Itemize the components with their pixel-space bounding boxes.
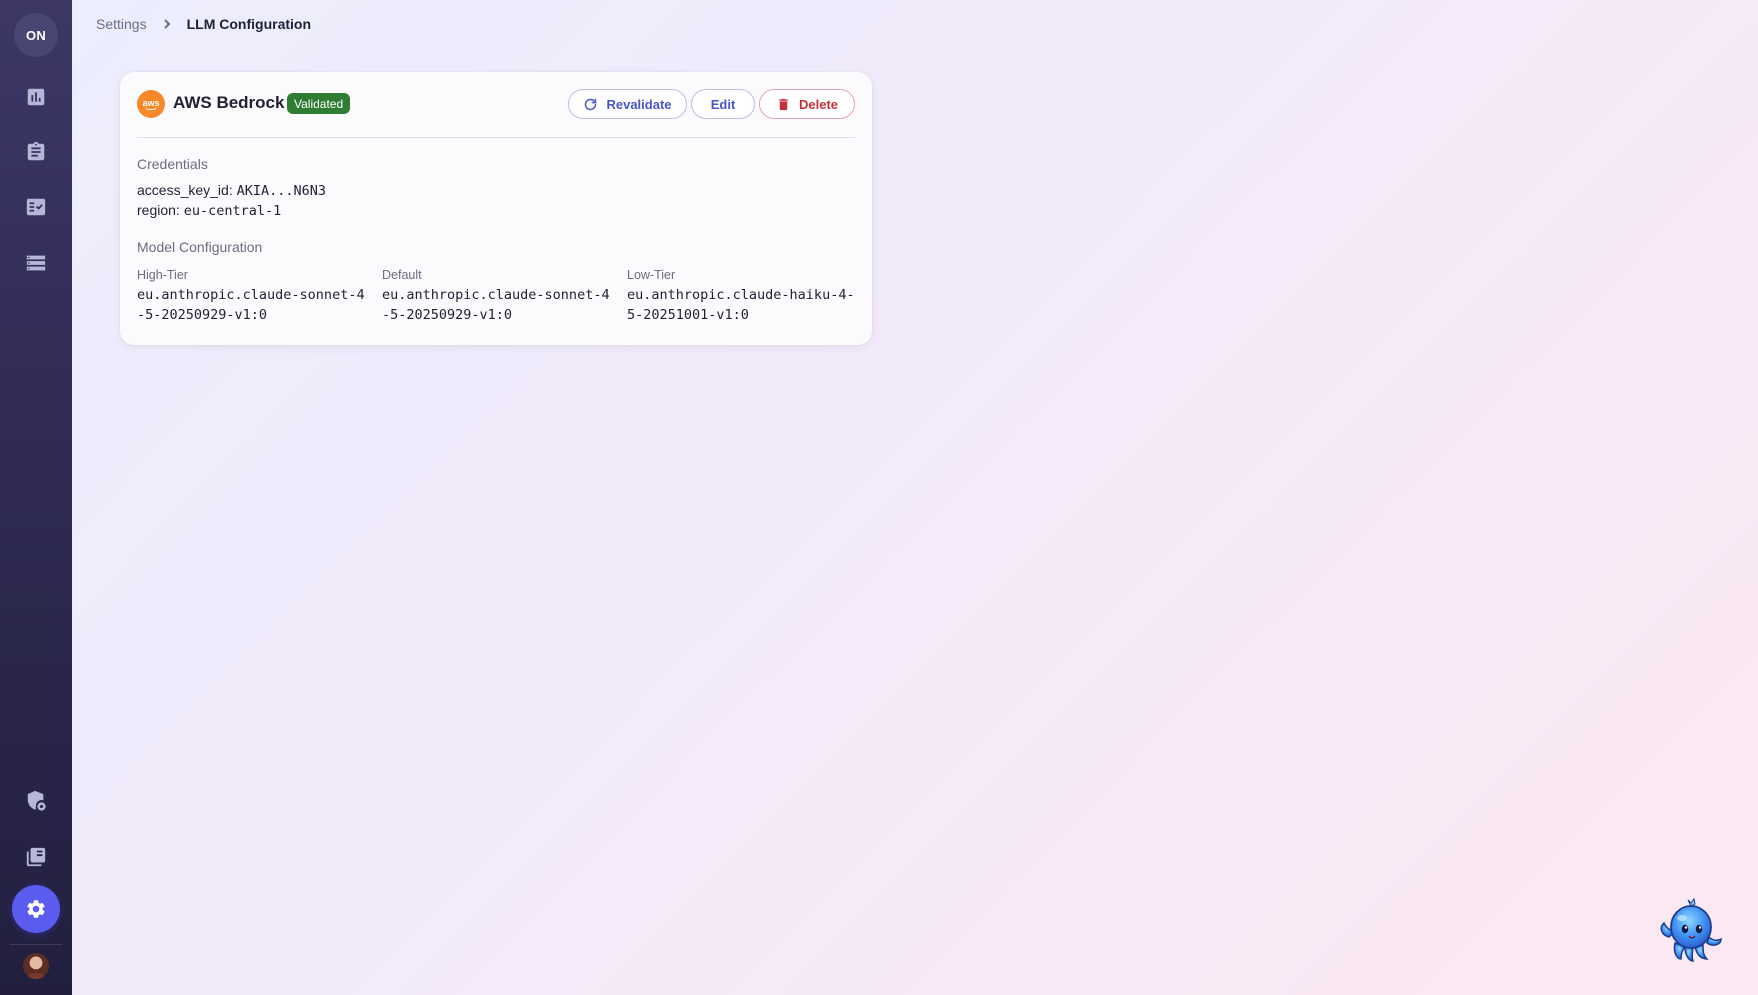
sidebar-item-security[interactable] — [21, 786, 51, 816]
sidebar: ON — [0, 0, 72, 995]
model-column-low-tier: Low-Tier eu.anthropic.claude-haiku-4-5-2… — [627, 268, 859, 325]
gear-icon — [27, 900, 45, 918]
aws-logo-icon: aws — [137, 90, 165, 118]
access-key-value: AKIA...N6N3 — [236, 183, 327, 199]
access-key-label: access_key_id: — [137, 182, 237, 198]
access-key-line: access_key_id: AKIA...N6N3 — [137, 182, 326, 199]
model-id: eu.anthropic.claude-sonnet-4-5-20250929-… — [137, 287, 365, 323]
sidebar-item-tasks[interactable] — [21, 192, 51, 222]
clipboard-icon — [27, 141, 45, 161]
provider-name: AWS Bedrock — [173, 93, 285, 112]
model-tier-label: High-Tier — [137, 268, 188, 282]
model-id: eu.anthropic.claude-haiku-4-5-20251001-v… — [627, 287, 855, 323]
delete-label: Delete — [798, 96, 839, 112]
model-tier-label: Low-Tier — [627, 268, 676, 282]
model-column-default: Default eu.anthropic.claude-sonnet-4-5-2… — [382, 268, 614, 325]
refresh-icon — [585, 98, 597, 110]
revalidate-button[interactable]: Revalidate — [568, 89, 687, 119]
model-tier-label: Default — [382, 268, 422, 282]
checklist-icon — [26, 198, 46, 216]
card-header: aws AWS Bedrock Validated Revalidate Edi… — [137, 89, 855, 119]
card-divider — [137, 137, 855, 138]
assistant-mascot-icon[interactable] — [1655, 893, 1727, 965]
region-value: eu-central-1 — [183, 203, 282, 219]
edit-label: Edit — [710, 96, 736, 112]
model-configuration-title: Model Configuration — [137, 239, 263, 255]
sidebar-item-library[interactable] — [21, 842, 51, 872]
breadcrumb: Settings LLM Configuration — [96, 14, 311, 34]
edit-button[interactable]: Edit — [691, 89, 755, 119]
sidebar-item-assignments[interactable] — [21, 137, 51, 167]
breadcrumb-settings-link[interactable]: Settings — [96, 16, 147, 32]
list-icon — [26, 255, 46, 271]
sidebar-item-lists[interactable] — [21, 248, 51, 278]
region-line: region: eu-central-1 — [137, 202, 281, 219]
org-logo[interactable]: ON — [14, 13, 58, 57]
status-badge: Validated — [287, 93, 351, 114]
llm-provider-card: aws AWS Bedrock Validated Revalidate Edi… — [120, 72, 872, 345]
region-label: region: — [137, 202, 184, 218]
delete-button[interactable]: Delete — [759, 89, 855, 119]
bar-chart-icon — [27, 88, 45, 106]
revalidate-label: Revalidate — [606, 96, 672, 112]
sidebar-item-analytics[interactable] — [21, 82, 51, 112]
trash-icon — [779, 98, 788, 110]
user-avatar[interactable] — [23, 953, 49, 979]
breadcrumb-current: LLM Configuration — [186, 16, 312, 32]
model-column-high-tier: High-Tier eu.anthropic.claude-sonnet-4-5… — [137, 268, 369, 325]
library-icon — [26, 847, 46, 867]
shield-lock-icon — [27, 790, 46, 811]
model-id: eu.anthropic.claude-sonnet-4-5-20250929-… — [382, 287, 610, 323]
sidebar-item-settings[interactable] — [12, 885, 60, 933]
chevron-right-icon — [161, 18, 173, 30]
sidebar-divider — [10, 944, 62, 945]
credentials-title: Credentials — [137, 156, 208, 172]
